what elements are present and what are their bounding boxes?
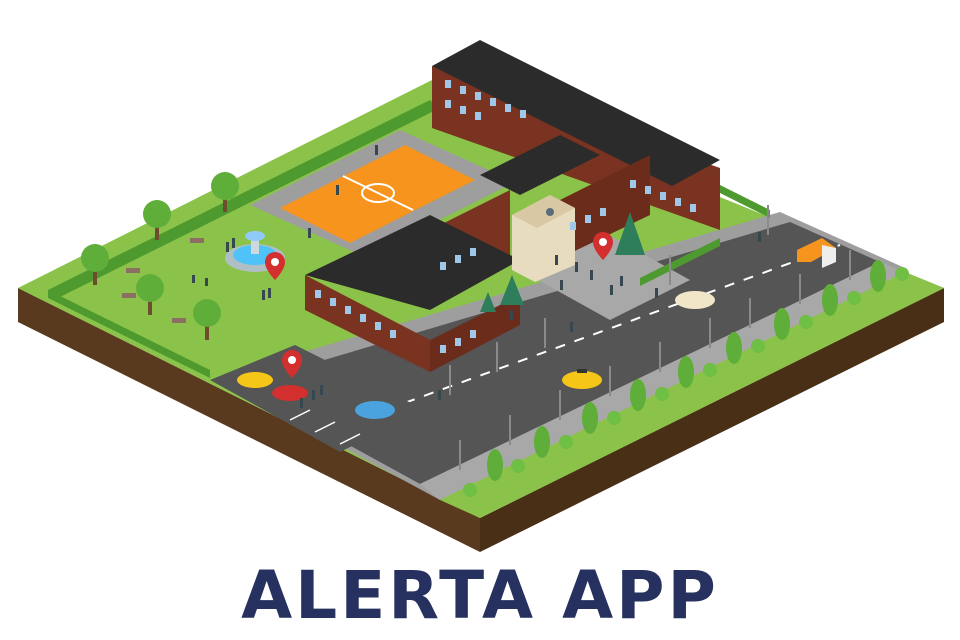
campus-isometric-illustration [18, 40, 944, 552]
app-title: ALERTA APP [241, 557, 719, 634]
